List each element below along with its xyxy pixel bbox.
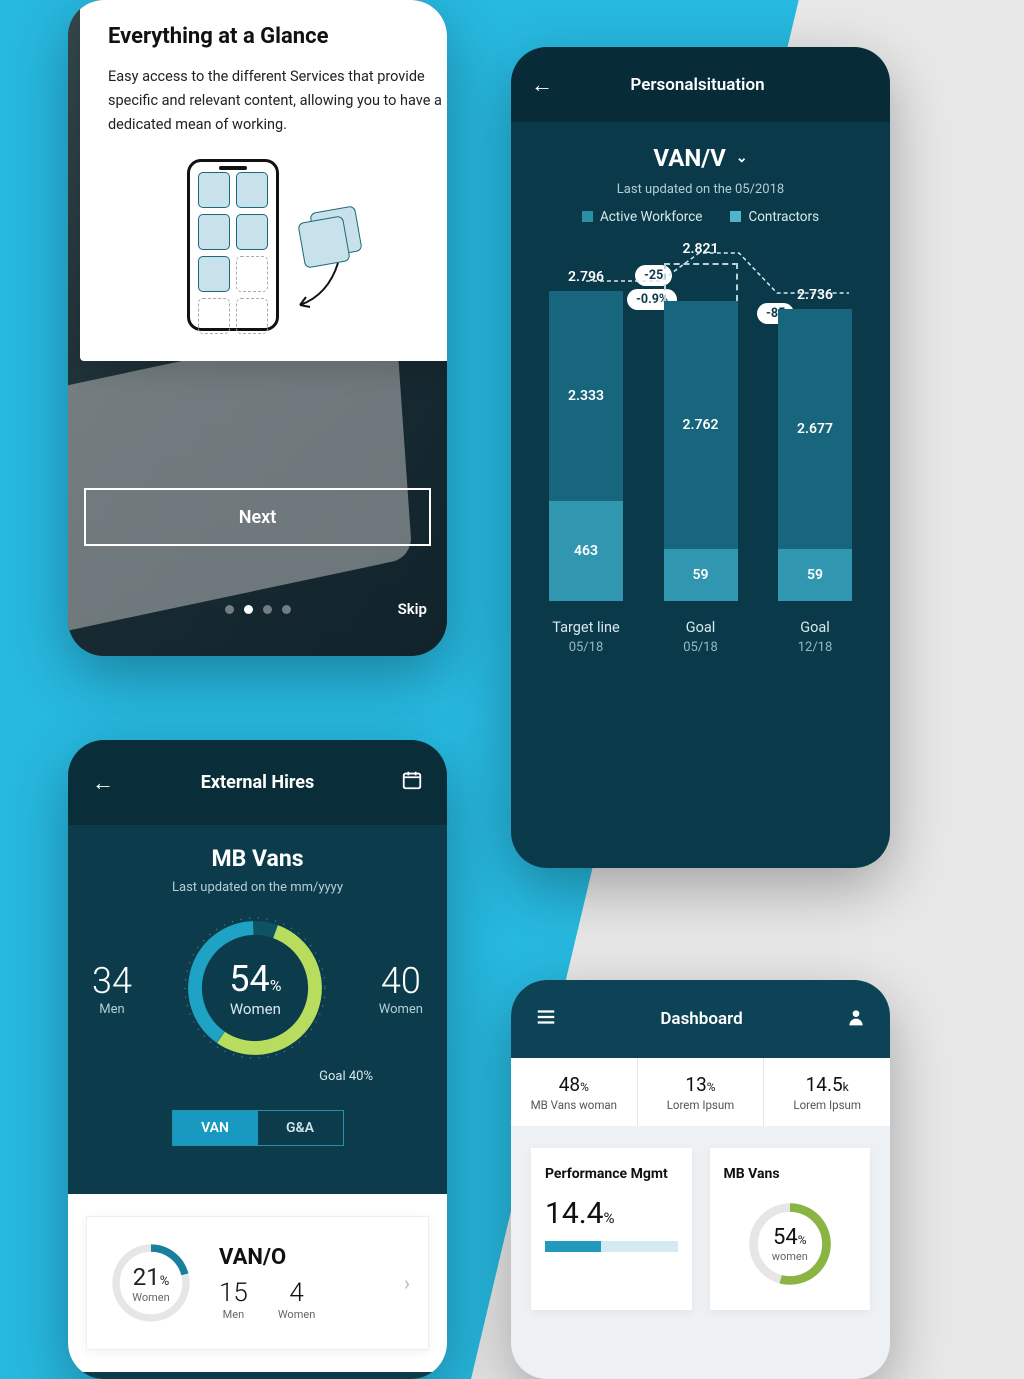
chart-legend: Active Workforce Contractors: [549, 209, 852, 225]
app-header: ← Personalsituation: [511, 47, 890, 122]
user-icon[interactable]: [846, 1007, 866, 1032]
next-button[interactable]: Next: [84, 488, 431, 546]
mini-donut-chart: 21% Women: [105, 1237, 197, 1329]
workforce-bar-chart: -25 -0.9% -85 2.796 463 2.333 Target lin…: [549, 295, 852, 655]
onboarding-card: Everything at a Glance Easy access to th…: [80, 0, 447, 361]
dashboard-screen: Dashboard 48% MB Vans woman 13% Lorem Ip…: [511, 980, 890, 1379]
back-icon[interactable]: ←: [92, 770, 114, 796]
segment-tabs: VAN G&A: [172, 1110, 344, 1146]
menu-icon[interactable]: [535, 1006, 557, 1033]
chevron-down-icon: ⌄: [736, 150, 748, 166]
page-title: MB Vans: [92, 845, 423, 872]
app-header: ← External Hires: [68, 740, 447, 825]
mb-vans-card[interactable]: MB Vans 54% women: [710, 1148, 871, 1310]
stat-cell[interactable]: 13% Lorem Ipsum: [638, 1058, 765, 1126]
stat-cell[interactable]: 14.5k Lorem Ipsum: [764, 1058, 890, 1126]
women-donut-chart: 54% Women: [180, 913, 330, 1063]
performance-card[interactable]: Performance Mgmt 14.4%: [531, 1148, 692, 1310]
draggable-tiles-icon: [299, 209, 371, 281]
bar-column: 2.796 463 2.333 Target line 05/18: [549, 269, 623, 655]
header-title: External Hires: [201, 772, 315, 793]
app-header: Dashboard: [511, 980, 890, 1058]
onboarding-screen: Everything at a Glance Easy access to th…: [68, 0, 447, 656]
external-hires-screen: ← External Hires MB Vans Last updated on…: [68, 740, 447, 1379]
onboarding-body: Easy access to the different Services th…: [108, 65, 447, 137]
bar-column: 2.821 59 2.762 Goal 05/18: [664, 241, 738, 655]
stat-men: 34 Men: [92, 960, 132, 1017]
calendar-icon[interactable]: [401, 769, 423, 797]
onboarding-title: Everything at a Glance: [108, 24, 447, 49]
progress-bar: [545, 1241, 678, 1252]
stat-women: 4 Women: [278, 1278, 315, 1321]
goal-label: Goal 40%: [92, 1069, 423, 1084]
tab-van[interactable]: VAN: [173, 1111, 258, 1145]
chevron-right-icon: ›: [404, 1271, 410, 1295]
pagination-dots[interactable]: [225, 605, 291, 614]
subunit-card[interactable]: 21% Women VAN/O 15 Men 4 Women ›: [86, 1216, 429, 1350]
subunit-title: VAN/O: [219, 1245, 382, 1270]
tab-ga[interactable]: G&A: [258, 1111, 343, 1145]
onboarding-illustration: [108, 159, 447, 331]
unit-dropdown[interactable]: VAN/V ⌄: [653, 144, 747, 172]
donut-chart: 54% women: [742, 1196, 838, 1292]
bar-column: 2.736 59 2.677 Goal 12/18: [778, 287, 852, 655]
phone-illustration-icon: [187, 159, 279, 331]
header-title: Personalsituation: [525, 75, 870, 95]
stat-bar: 48% MB Vans woman 13% Lorem Ipsum 14.5k …: [511, 1058, 890, 1126]
last-updated: Last updated on the 05/2018: [549, 182, 852, 197]
skip-button[interactable]: Skip: [398, 600, 427, 618]
stat-women: 40 Women: [379, 960, 423, 1017]
header-title: Dashboard: [660, 1009, 742, 1029]
stat-cell[interactable]: 48% MB Vans woman: [511, 1058, 638, 1126]
last-updated: Last updated on the mm/yyyy: [92, 880, 423, 895]
personal-situation-screen: ← Personalsituation VAN/V ⌄ Last updated…: [511, 47, 890, 868]
stat-men: 15 Men: [219, 1278, 248, 1321]
subunits-section: 21% Women VAN/O 15 Men 4 Women ›: [68, 1194, 447, 1372]
